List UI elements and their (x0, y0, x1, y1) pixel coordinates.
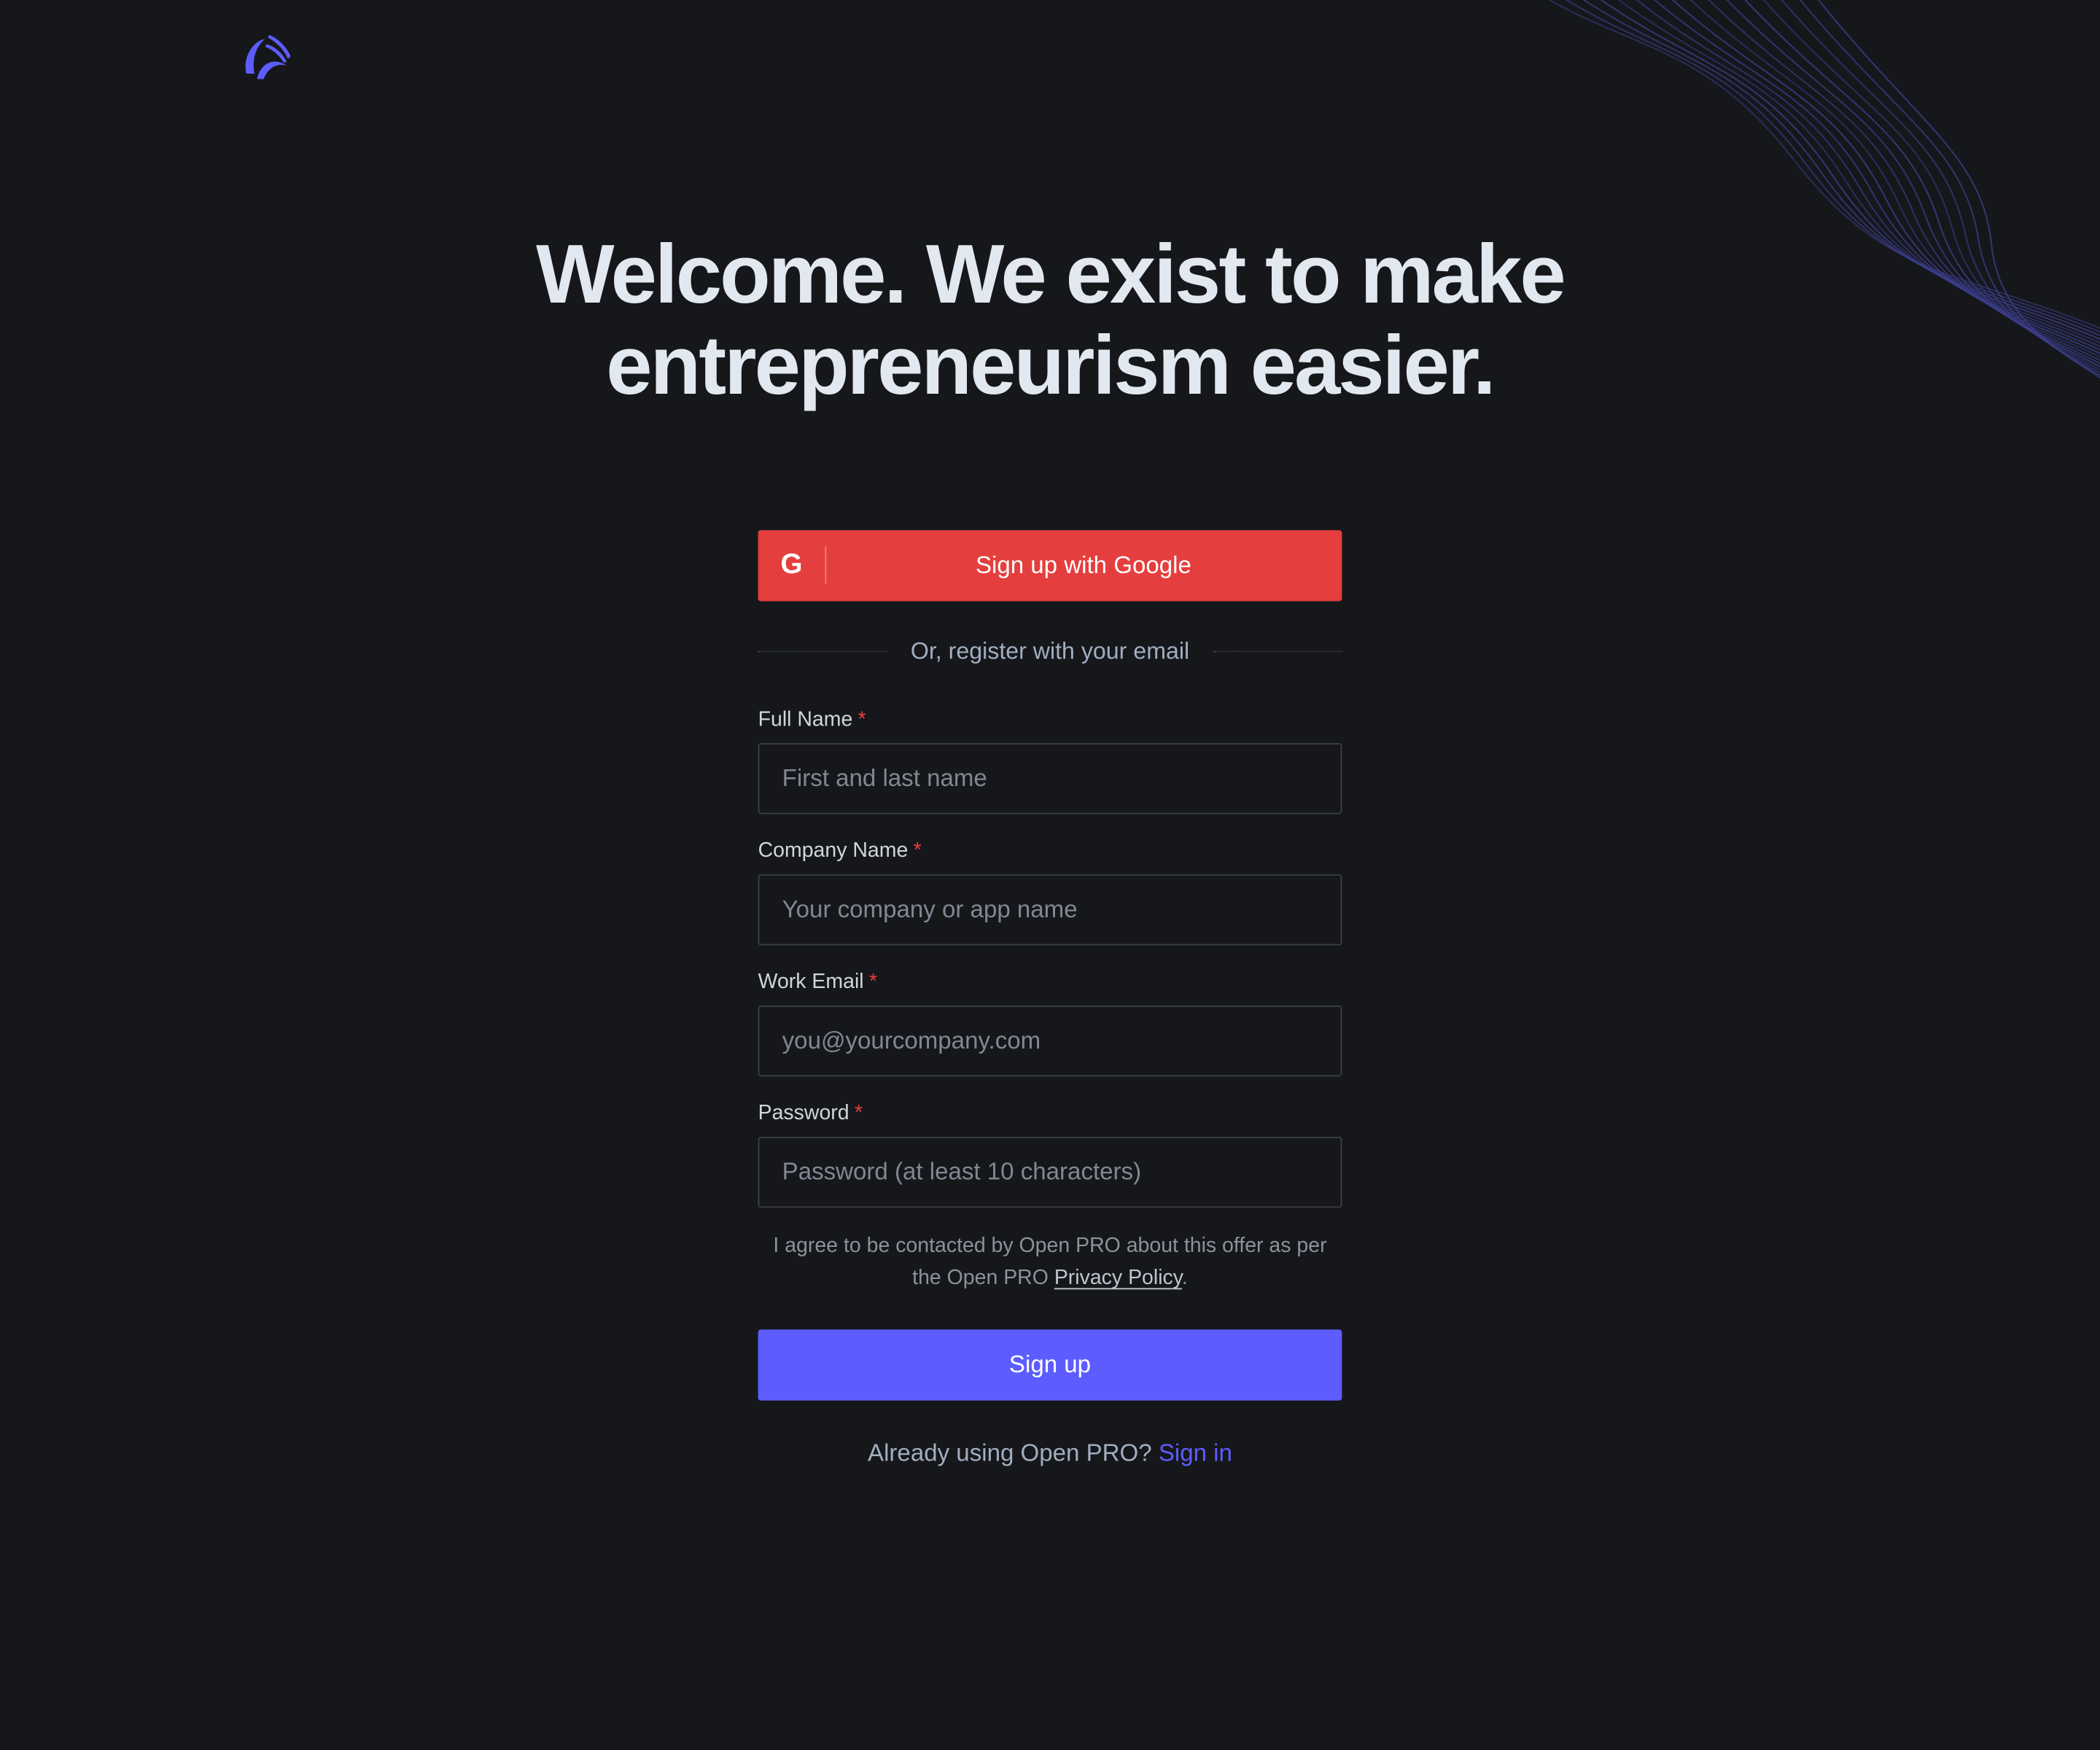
full-name-input[interactable] (758, 743, 1342, 814)
wave-line (1689, 0, 2100, 358)
signup-page: Welcome. We exist to make entrepreneuris… (0, 0, 2100, 1750)
full-name-label: Full Name * (758, 707, 866, 734)
required-asterisk: * (868, 971, 878, 994)
open-pro-logo-icon[interactable] (238, 29, 298, 82)
page-title: Welcome. We exist to make entrepreneuris… (381, 230, 1720, 413)
company-name-input[interactable] (758, 874, 1342, 946)
work-email-input[interactable] (758, 1006, 1342, 1077)
email-divider: Or, register with your email (758, 634, 1342, 666)
sign-up-button[interactable]: Sign up (758, 1329, 1342, 1401)
work-email-label: Work Email * (758, 969, 877, 996)
password-input[interactable] (758, 1136, 1342, 1208)
company-name-label: Company Name * (758, 838, 922, 865)
full-name-label-text: Full Name (758, 708, 853, 731)
signin-prompt: Already using Open PRO? Sign in (758, 1436, 1342, 1469)
privacy-policy-link[interactable]: Privacy Policy (1054, 1267, 1182, 1289)
work-email-label-text: Work Email (758, 971, 864, 994)
headline-line-1: Welcome. We exist to make (536, 229, 1566, 322)
signin-prompt-text: Already using Open PRO? (868, 1439, 1159, 1466)
headline-line-2: entrepreneurism easier. (606, 319, 1496, 413)
consent-text-end: . (1181, 1267, 1188, 1290)
company-name-label-text: Company Name (758, 839, 909, 863)
required-asterisk: * (854, 1102, 863, 1125)
password-label: Password * (758, 1100, 863, 1127)
password-label-text: Password (758, 1102, 849, 1125)
required-asterisk: * (913, 839, 922, 863)
sign-in-link[interactable]: Sign in (1159, 1439, 1232, 1466)
google-g-icon: G (780, 548, 803, 580)
google-signup-label: Sign up with Google (975, 551, 1191, 579)
divider-line-right (1213, 650, 1342, 653)
consent-text-body: I agree to be contacted by Open PRO abou… (773, 1234, 1327, 1290)
google-signup-button[interactable]: G Sign up with Google (758, 530, 1342, 602)
consent-text: I agree to be contacted by Open PRO abou… (758, 1231, 1342, 1295)
required-asterisk: * (858, 708, 866, 731)
